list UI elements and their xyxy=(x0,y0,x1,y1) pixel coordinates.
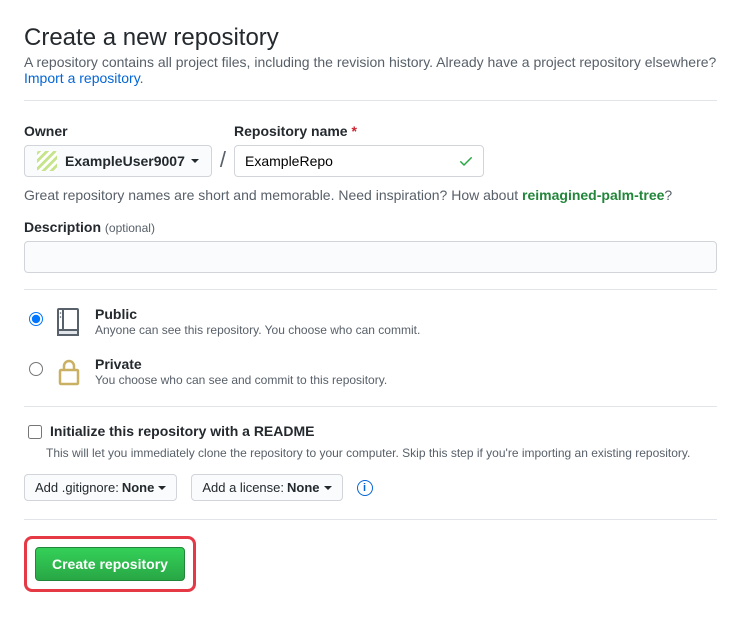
license-select-button[interactable]: Add a license: None xyxy=(191,474,342,501)
init-readme-label: Initialize this repository with a README xyxy=(50,423,314,439)
check-icon xyxy=(458,153,474,172)
private-title: Private xyxy=(95,356,387,372)
optional-hint: (optional) xyxy=(105,221,155,235)
repo-icon xyxy=(53,306,85,338)
create-repository-button[interactable]: Create repository xyxy=(35,547,185,581)
gitignore-select-button[interactable]: Add .gitignore: None xyxy=(24,474,177,501)
divider xyxy=(24,100,717,101)
caret-down-icon xyxy=(191,159,199,163)
page-subtitle: A repository contains all project files,… xyxy=(24,54,717,86)
public-radio[interactable] xyxy=(29,312,43,326)
description-label: Description (optional) xyxy=(24,219,717,235)
owner-label: Owner xyxy=(24,123,212,139)
caret-down-icon xyxy=(158,486,166,490)
public-title: Public xyxy=(95,306,420,322)
divider xyxy=(24,406,717,407)
owner-name: ExampleUser9007 xyxy=(65,153,185,169)
divider xyxy=(24,519,717,520)
name-suggestion-link[interactable]: reimagined-palm-tree xyxy=(522,187,664,203)
info-icon[interactable]: i xyxy=(357,480,373,496)
description-input[interactable] xyxy=(24,241,717,273)
avatar-icon xyxy=(37,151,57,171)
required-asterisk: * xyxy=(351,123,356,139)
public-desc: Anyone can see this repository. You choo… xyxy=(95,323,420,337)
divider xyxy=(24,289,717,290)
private-desc: You choose who can see and commit to thi… xyxy=(95,373,387,387)
slash-separator: / xyxy=(220,147,226,177)
import-repo-link[interactable]: Import a repository xyxy=(24,70,140,86)
page-title: Create a new repository xyxy=(24,24,717,52)
caret-down-icon xyxy=(324,486,332,490)
name-helptext: Great repository names are short and mem… xyxy=(24,187,717,203)
init-readme-desc: This will let you immediately clone the … xyxy=(46,446,717,460)
highlight-box: Create repository xyxy=(24,536,196,592)
repo-name-input[interactable] xyxy=(234,145,484,177)
owner-select-button[interactable]: ExampleUser9007 xyxy=(24,145,212,177)
init-readme-checkbox[interactable] xyxy=(28,425,42,439)
subtitle-text: A repository contains all project files,… xyxy=(24,54,716,70)
repo-name-label: Repository name * xyxy=(234,123,484,139)
lock-icon xyxy=(53,356,85,388)
private-radio[interactable] xyxy=(29,362,43,376)
